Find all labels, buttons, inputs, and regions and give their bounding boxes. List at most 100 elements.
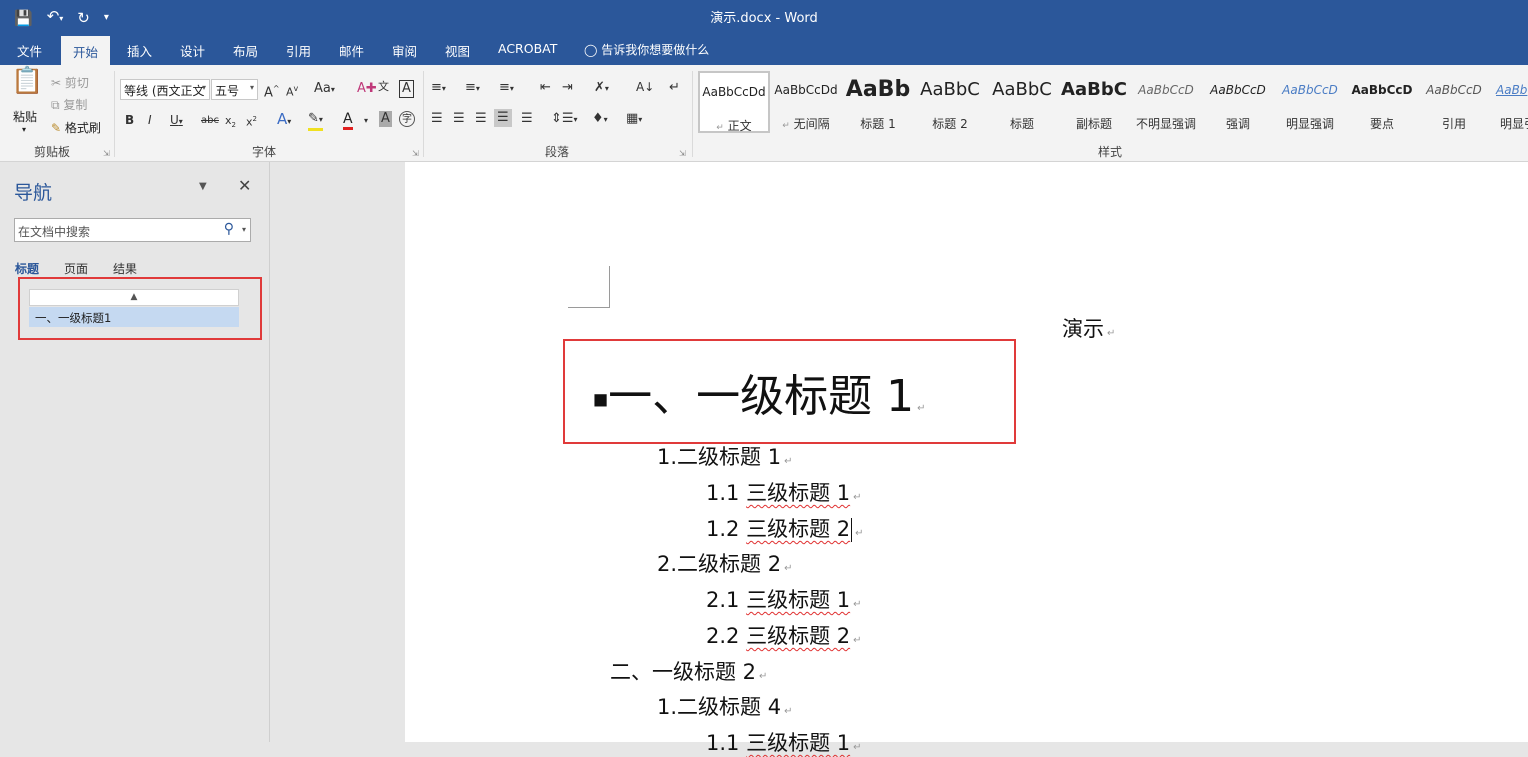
style-subtitle[interactable]: AaBbC 副标题 xyxy=(1058,71,1130,133)
change-case-icon[interactable]: Aa▾ xyxy=(314,81,335,98)
tab-review[interactable]: 审阅 xyxy=(392,41,417,60)
copy-button[interactable]: ⧉ 复制 xyxy=(51,96,87,113)
shading-icon[interactable]: ♦▾ xyxy=(592,111,608,128)
grow-font-icon[interactable]: A^ xyxy=(264,81,280,101)
style-title[interactable]: AaBbC 标题 xyxy=(986,71,1058,133)
paragraph-launcher-icon[interactable]: ⇲ xyxy=(679,149,686,158)
tell-me-box[interactable]: ◯ 告诉我你想要做什么 xyxy=(584,41,709,58)
style-preview: AaBbC xyxy=(1061,79,1127,100)
style-normal[interactable]: AaBbCcDd ↵ 正文 xyxy=(698,71,770,133)
decrease-indent-icon[interactable]: ⇤ xyxy=(540,80,551,96)
style-subtle-emphasis[interactable]: AaBbCcD 不明显强调 xyxy=(1130,71,1202,133)
underline-icon[interactable]: U▾ xyxy=(170,112,183,130)
paragraph-mark: ↵ xyxy=(853,492,862,503)
italic-icon[interactable]: I xyxy=(148,112,152,128)
style-quote[interactable]: AaBbCcD 引用 xyxy=(1418,71,1490,133)
style-preview: AaBb xyxy=(845,77,911,102)
close-icon[interactable]: ✕ xyxy=(238,176,251,195)
tab-view[interactable]: 视图 xyxy=(445,41,470,60)
heading-2[interactable]: 1.二级标题 1 ↵ xyxy=(657,441,792,471)
heading-3[interactable]: 1.1 三级标题 1 ↵ xyxy=(706,727,862,757)
collapse-all-icon[interactable]: ▲ xyxy=(29,289,239,306)
cut-button[interactable]: ✂ 剪切 xyxy=(51,74,89,91)
borders-icon[interactable]: ▦▾ xyxy=(626,111,642,128)
search-icon[interactable]: ⚲ xyxy=(224,221,234,237)
paste-icon[interactable]: 📋 xyxy=(11,68,43,94)
nav-tab-headings[interactable]: 标题 xyxy=(15,260,39,277)
nav-tab-pages[interactable]: 页面 xyxy=(64,260,88,277)
search-input[interactable]: 在文档中搜索 ⚲ ▾ xyxy=(14,218,251,242)
style-intense-quote[interactable]: AaBb 明显引 xyxy=(1490,71,1528,133)
line-spacing-icon[interactable]: ⇕☰▾ xyxy=(551,111,578,128)
paragraph-mark: ↵ xyxy=(855,528,864,539)
heading-2[interactable]: 1.二级标题 4 ↵ xyxy=(657,691,792,721)
style-strong[interactable]: AaBbCcD 要点 xyxy=(1346,71,1418,133)
justify-icon[interactable]: ☰ xyxy=(494,109,512,127)
phonetic-guide-icon[interactable]: 文 xyxy=(378,79,389,95)
doc-title[interactable]: 演示 ↵ xyxy=(1062,313,1115,343)
document-page[interactable]: 演示 ↵ ■一、一级标题 1 ↵ 1.二级标题 1 ↵ 1.1 三级标题 1 ↵ 1.2… xyxy=(405,162,1528,755)
tab-insert[interactable]: 插入 xyxy=(127,41,152,60)
format-painter-button[interactable]: ✎ 格式刷 xyxy=(51,119,101,136)
paste-button[interactable]: 粘贴 xyxy=(13,108,37,125)
style-heading2[interactable]: AaBbC 标题 2 xyxy=(914,71,986,133)
distributed-icon[interactable]: ☰ xyxy=(521,111,533,127)
tab-mailings[interactable]: 邮件 xyxy=(339,41,364,60)
style-intense-emphasis[interactable]: AaBbCcD 明显强调 xyxy=(1274,71,1346,133)
asian-layout-icon[interactable]: ✗▾ xyxy=(594,80,609,97)
heading-3[interactable]: 2.2 三级标题 2 ↵ xyxy=(706,620,862,650)
text-effects-icon[interactable]: A▾ xyxy=(277,111,291,130)
heading-3[interactable]: 2.1 三级标题 1 ↵ xyxy=(706,584,862,614)
increase-indent-icon[interactable]: ⇥ xyxy=(562,80,573,96)
bold-icon[interactable]: B xyxy=(125,112,134,128)
style-no-spacing[interactable]: AaBbCcDd ↵ 无间隔 xyxy=(770,71,842,133)
nav-heading-item[interactable]: 一、一级标题1 xyxy=(29,307,239,327)
paste-dropdown-icon[interactable]: ▾ xyxy=(22,125,26,134)
char-shading-icon[interactable]: A xyxy=(379,111,392,127)
heading-1[interactable]: 二、一级标题 2 ↵ xyxy=(610,656,767,686)
style-name: 引用 xyxy=(1441,117,1466,131)
search-dropdown-icon[interactable]: ▾ xyxy=(242,225,246,234)
superscript-icon[interactable]: x2 xyxy=(246,111,257,131)
tab-home[interactable]: 开始 xyxy=(61,36,111,65)
tab-layout[interactable]: 布局 xyxy=(233,41,258,60)
numbering-icon[interactable]: ≡▾ xyxy=(465,80,480,97)
strikethrough-icon[interactable]: abc xyxy=(201,113,219,129)
enclose-char-icon[interactable]: 字 xyxy=(399,111,415,127)
paragraph-mark: ↵ xyxy=(853,742,862,753)
tab-file[interactable]: 文件 xyxy=(17,41,42,60)
font-launcher-icon[interactable]: ⇲ xyxy=(412,149,419,158)
style-emphasis[interactable]: AaBbCcD 强调 xyxy=(1202,71,1274,133)
style-name: ↵ 无间隔 xyxy=(782,117,830,131)
paragraph-mark: ↵ xyxy=(917,403,926,414)
heading-2[interactable]: 2.二级标题 2 ↵ xyxy=(657,548,792,578)
heading-3[interactable]: 1.2 三级标题 2 ↵ xyxy=(706,513,864,543)
align-right-icon[interactable]: ☰ xyxy=(475,111,487,127)
style-preview: AaBbCcDd xyxy=(702,85,766,99)
clipboard-launcher-icon[interactable]: ⇲ xyxy=(103,149,110,158)
tab-acrobat[interactable]: ACROBAT xyxy=(498,41,557,56)
bullets-icon[interactable]: ≡▾ xyxy=(431,80,446,97)
tab-references[interactable]: 引用 xyxy=(286,41,311,60)
font-size-combo[interactable]: 五号 ▾ xyxy=(211,79,258,100)
font-color-dropdown-icon[interactable]: ▾ xyxy=(364,113,368,129)
multilevel-list-icon[interactable]: ≡▾ xyxy=(499,80,514,97)
style-preview: AaBbCcDd xyxy=(774,83,838,97)
show-marks-icon[interactable]: ↵ xyxy=(669,80,680,96)
shrink-font-icon[interactable]: Av xyxy=(286,81,298,101)
font-name-combo[interactable]: 等线 (西文正文 ▾ xyxy=(120,79,210,100)
font-color-icon[interactable]: A xyxy=(343,111,353,130)
align-left-icon[interactable]: ☰ xyxy=(431,111,443,127)
char-border-icon[interactable]: A xyxy=(399,80,414,98)
clear-format-icon[interactable]: A✚ xyxy=(357,81,377,97)
nav-options-icon[interactable]: ▼ xyxy=(199,181,207,192)
heading-1[interactable]: ■一、一级标题 1 ↵ xyxy=(593,360,926,424)
nav-tab-results[interactable]: 结果 xyxy=(113,260,137,277)
heading-3[interactable]: 1.1 三级标题 1 ↵ xyxy=(706,477,862,507)
highlight-icon[interactable]: ✎▾ xyxy=(308,111,323,131)
subscript-icon[interactable]: x2 xyxy=(225,113,236,133)
sort-icon[interactable]: A↓ xyxy=(636,79,654,95)
tab-design[interactable]: 设计 xyxy=(180,41,205,60)
style-heading1[interactable]: AaBb 标题 1 xyxy=(842,71,914,133)
align-center-icon[interactable]: ☰ xyxy=(453,111,465,127)
